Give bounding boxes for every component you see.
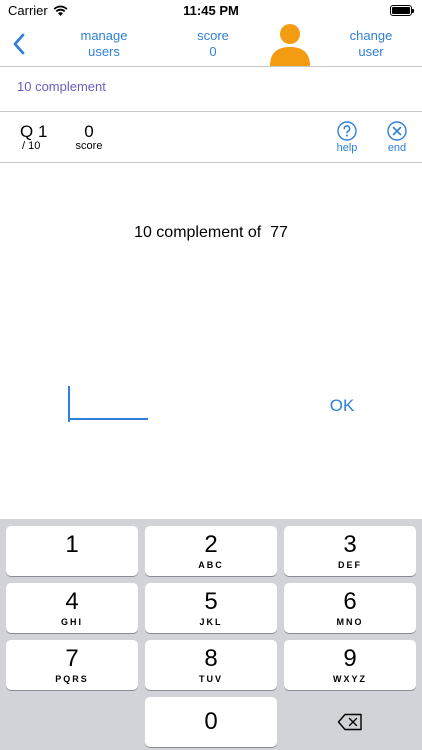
manage-users-button[interactable]: manage users xyxy=(62,28,146,60)
key-digit: 4 xyxy=(65,588,79,615)
key-digit: 1 xyxy=(65,531,79,558)
answer-underline xyxy=(68,418,148,420)
key-5[interactable]: 5 JKL xyxy=(145,583,277,633)
divider xyxy=(0,66,422,67)
key-letters: PQRS xyxy=(55,674,89,684)
key-letters: TUV xyxy=(199,674,223,684)
key-digit: 6 xyxy=(343,588,357,615)
change-user-line1: change xyxy=(349,28,393,43)
end-label: end xyxy=(387,142,407,154)
key-digit: 3 xyxy=(343,531,357,558)
key-3[interactable]: 3 DEF xyxy=(284,526,416,576)
help-label: help xyxy=(336,142,358,154)
key-digit: 9 xyxy=(343,645,357,672)
key-digit: 2 xyxy=(204,531,218,558)
key-2[interactable]: 2 ABC xyxy=(145,526,277,576)
question-prefix: 10 complement of xyxy=(134,224,262,241)
manage-users-line1: manage xyxy=(80,28,128,43)
nav-score-label: score xyxy=(197,28,229,43)
help-icon xyxy=(337,121,357,141)
question-total: / 10 xyxy=(22,140,41,152)
key-7[interactable]: 7 PQRS xyxy=(6,640,138,690)
key-9[interactable]: 9 WXYZ xyxy=(284,640,416,690)
key-1[interactable]: 1 xyxy=(6,526,138,576)
nav-score: score 0 xyxy=(180,28,246,60)
help-button[interactable]: help xyxy=(332,121,362,154)
question-number-value: 77 xyxy=(270,224,288,241)
delete-key[interactable] xyxy=(284,697,416,747)
key-4[interactable]: 4 GHI xyxy=(6,583,138,633)
change-user-line2: user xyxy=(358,44,384,59)
close-icon xyxy=(387,121,407,141)
battery-icon xyxy=(390,5,414,16)
question-text: 10 complement of 77 xyxy=(0,224,422,242)
key-letters: DEF xyxy=(338,560,362,570)
key-6[interactable]: 6 MNO xyxy=(284,583,416,633)
key-letters: GHI xyxy=(60,617,83,627)
key-letters: WXYZ xyxy=(333,674,367,684)
text-cursor xyxy=(68,386,70,422)
key-letters: ABC xyxy=(198,560,224,570)
key-digit: 5 xyxy=(204,588,218,615)
change-user-button[interactable]: change user xyxy=(330,28,412,60)
ok-button[interactable]: OK xyxy=(322,396,362,416)
nav-score-value: 0 xyxy=(209,44,217,59)
numeric-keypad: 1 2 ABC 3 DEF 4 GHI 5 JKL 6 MNO 7 PQRS 8… xyxy=(0,519,422,750)
key-digit: 8 xyxy=(204,645,218,672)
key-digit: 0 xyxy=(204,708,218,735)
end-button[interactable]: end xyxy=(382,121,412,154)
divider xyxy=(0,111,422,112)
manage-users-line2: users xyxy=(88,44,120,59)
quiz-score-value: 0 xyxy=(84,122,94,141)
key-digit: 7 xyxy=(65,645,79,672)
question-number: Q 1 xyxy=(20,122,48,141)
mode-title: 10 complement xyxy=(17,79,106,94)
key-letters: JKL xyxy=(199,617,223,627)
navigation-bar: manage users score 0 change user xyxy=(0,22,422,66)
key-8[interactable]: 8 TUV xyxy=(145,640,277,690)
key-0[interactable]: 0 xyxy=(145,697,277,747)
status-time: 11:45 PM xyxy=(183,3,239,18)
user-avatar-icon[interactable] xyxy=(268,22,312,66)
status-bar: Carrier 11:45 PM xyxy=(0,0,422,22)
answer-input[interactable] xyxy=(68,386,148,422)
divider xyxy=(0,162,422,163)
key-letters: MNO xyxy=(336,617,364,627)
back-chevron-icon[interactable] xyxy=(8,30,32,58)
delete-backspace-icon xyxy=(337,713,362,731)
quiz-score-caption: score xyxy=(75,140,103,152)
